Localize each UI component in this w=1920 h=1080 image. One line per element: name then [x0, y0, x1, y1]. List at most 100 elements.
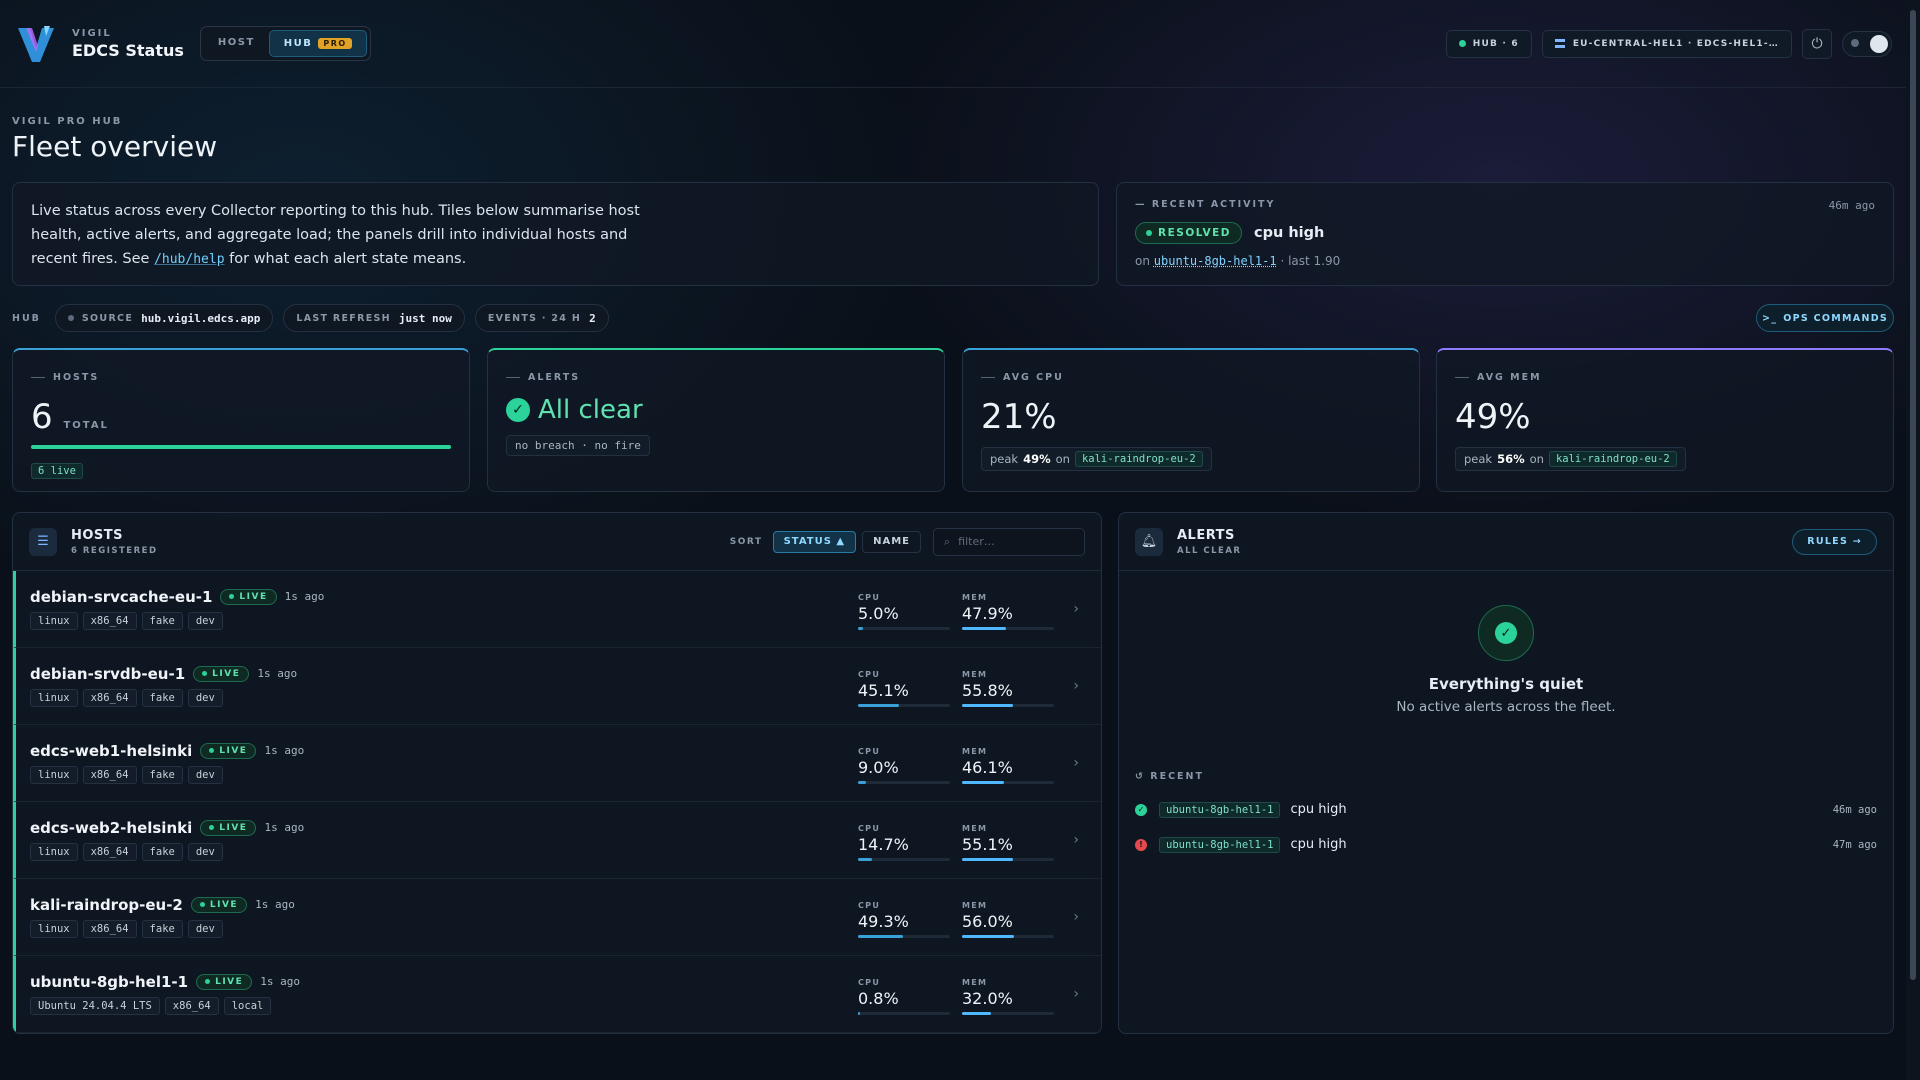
kpi-mem-peak: peak 56% on kali-raindrop-eu-2: [1455, 447, 1686, 471]
page-scrollbar[interactable]: [1906, 0, 1920, 1080]
host-row[interactable]: ubuntu-8gb-hel1-1 LIVE 1s ago Ubuntu 24.04.…: [13, 956, 1101, 1033]
scrollbar-thumb[interactable]: [1910, 10, 1916, 980]
host-name[interactable]: kali-raindrop-eu-2: [30, 896, 183, 914]
check-circle-icon: ✓: [1478, 605, 1534, 661]
kpi-cpu-peak: peak 49% on kali-raindrop-eu-2: [981, 447, 1212, 471]
brand-title: EDCS Status: [72, 40, 184, 60]
alert-host-tag[interactable]: ubuntu-8gb-hel1-1: [1159, 801, 1281, 818]
terminal-icon: >_: [1761, 312, 1778, 324]
host-tag: linux: [30, 611, 78, 630]
source-chip: SOURCE hub.vigil.edcs.app: [54, 304, 274, 332]
host-filter-input[interactable]: ⌕ filter…: [933, 527, 1085, 556]
alerts-panel-subtitle: ALL CLEAR: [1177, 545, 1242, 556]
chevron-right-icon[interactable]: ›: [1073, 832, 1079, 848]
mem-metric: MEM 47.9%: [962, 593, 1054, 630]
sun-icon: [1851, 38, 1859, 47]
sort-name-button[interactable]: NAME: [862, 530, 921, 553]
host-name[interactable]: debian-srvcache-eu-1: [30, 588, 212, 606]
host-tag: x86_64: [82, 765, 137, 784]
events-chip: EVENTS · 24 H2: [474, 304, 609, 332]
host-tag: fake: [141, 688, 183, 707]
status-dot: [1458, 40, 1466, 47]
hub-count-pill[interactable]: HUB · 6: [1445, 29, 1532, 58]
host-row[interactable]: debian-srvdb-eu-1 LIVE 1s ago linux x86_64 fa…: [13, 648, 1101, 725]
host-row[interactable]: edcs-web1-helsinki LIVE 1s ago linux x86_64 f…: [13, 725, 1101, 802]
alert-time: 47m ago: [1832, 838, 1877, 851]
cpu-metric: CPU 49.3%: [858, 901, 950, 938]
host-name[interactable]: edcs-web2-helsinki: [30, 819, 192, 837]
recent-activity-label: — RECENT ACTIVITY: [1135, 199, 1276, 210]
rules-button[interactable]: RULES →: [1792, 528, 1877, 555]
host-tag: linux: [30, 919, 78, 938]
host-name[interactable]: edcs-web1-helsinki: [30, 742, 192, 760]
recent-label: ↺ RECENT: [1135, 771, 1204, 782]
power-button[interactable]: ⏻: [1802, 28, 1832, 59]
chevron-right-icon[interactable]: ›: [1073, 909, 1079, 925]
kpi-cpu-host-tag[interactable]: kali-raindrop-eu-2: [1074, 451, 1203, 467]
host-tag: dev: [187, 919, 223, 938]
mode-hub-tab[interactable]: HUB PRO: [268, 30, 367, 57]
host-tag: x86_64: [82, 842, 137, 861]
host-tag: x86_64: [164, 996, 219, 1015]
host-row[interactable]: kali-raindrop-eu-2 LIVE 1s ago linux x86_64 f…: [13, 879, 1101, 956]
pro-badge: PRO: [318, 38, 352, 49]
ops-commands-button[interactable]: >_ OPS COMMANDS: [1756, 304, 1894, 332]
last-seen: 1s ago: [284, 590, 325, 603]
host-row[interactable]: edcs-web2-helsinki LIVE 1s ago linux x86_64 f…: [13, 802, 1101, 879]
mode-host-tab[interactable]: HOST: [204, 30, 269, 57]
sort-status-button[interactable]: STATUS ▲: [772, 530, 857, 553]
kpi-hosts-value: 6 TOTAL: [31, 397, 109, 437]
chevron-right-icon[interactable]: ›: [1073, 678, 1079, 694]
quiet-subtitle: No active alerts across the fleet.: [1396, 699, 1616, 715]
alerts-panel-title: ALERTS: [1177, 527, 1235, 543]
last-seen: 1s ago: [257, 667, 298, 680]
recent-activity-detail: on ubuntu-8gb-hel1-1 · last 1.90: [1135, 254, 1341, 268]
recent-activity-card[interactable]: — RECENT ACTIVITY 46m ago RESOLVED cpu h…: [1116, 182, 1894, 286]
theme-toggle[interactable]: [1842, 30, 1892, 57]
kpi-cpu-value: 21%: [981, 397, 1057, 437]
recent-alert-item[interactable]: ✓ ubuntu-8gb-hel1-1 cpu high 46m ago: [1135, 792, 1877, 827]
last-seen: 1s ago: [260, 975, 301, 988]
kpi-alerts[interactable]: ALERTS ✓ All clear no breach · no fire: [487, 348, 945, 492]
mode-switch: HOST HUB PRO: [199, 26, 371, 61]
host-name[interactable]: debian-srvdb-eu-1: [30, 665, 185, 683]
chevron-right-icon[interactable]: ›: [1073, 601, 1079, 617]
kpi-mem-label: AVG MEM: [1455, 372, 1875, 383]
mem-metric: MEM 32.0%: [962, 978, 1054, 1015]
host-tag: dev: [187, 842, 223, 861]
help-link[interactable]: /hub/help: [154, 252, 224, 267]
mem-metric: MEM 46.1%: [962, 747, 1054, 784]
check-circle-icon: ✓: [506, 398, 530, 422]
host-list: debian-srvcache-eu-1 LIVE 1s ago linux x86_6…: [13, 571, 1101, 1033]
hosts-panel-subtitle: 6 REGISTERED: [71, 545, 158, 556]
recent-activity-host-link[interactable]: ubuntu-8gb-hel1-1: [1154, 254, 1277, 268]
mem-metric: MEM 56.0%: [962, 901, 1054, 938]
host-tag: fake: [141, 765, 183, 784]
status-strip: HUB SOURCE hub.vigil.edcs.app LAST REFRES…: [12, 304, 609, 332]
kpi-avg-cpu[interactable]: AVG CPU 21% peak 49% on kali-raindrop-eu-2: [962, 348, 1420, 492]
host-row[interactable]: debian-srvcache-eu-1 LIVE 1s ago linux x86_6…: [13, 571, 1101, 648]
recent-alert-item[interactable]: ! ubuntu-8gb-hel1-1 cpu high 47m ago: [1135, 827, 1877, 862]
recent-alerts: ↺ RECENT ✓ ubuntu-8gb-hel1-1 cpu high 46m a…: [1119, 771, 1893, 862]
alert-host-tag[interactable]: ubuntu-8gb-hel1-1: [1159, 836, 1281, 853]
kpi-mem-host-tag[interactable]: kali-raindrop-eu-2: [1548, 451, 1677, 467]
chevron-right-icon[interactable]: ›: [1073, 986, 1079, 1002]
alert-text: cpu high: [1290, 802, 1347, 817]
hosts-live-badge: 6 live: [31, 463, 83, 479]
cpu-metric: CPU 9.0%: [858, 747, 950, 784]
kpi-hosts[interactable]: HOSTS 6 TOTAL 6 live: [12, 348, 470, 492]
refresh-chip: LAST REFRESH just now: [283, 304, 465, 332]
history-icon: ↺: [1135, 771, 1145, 782]
mode-hub-label: HUB: [283, 38, 313, 49]
kpi-cpu-label: AVG CPU: [981, 372, 1401, 383]
kpi-avg-mem[interactable]: AVG MEM 49% peak 56% on kali-raindrop-eu-2: [1436, 348, 1894, 492]
check-circle-icon: ✓: [1135, 803, 1147, 816]
host-name[interactable]: ubuntu-8gb-hel1-1: [30, 973, 188, 991]
host-tag: x86_64: [82, 919, 137, 938]
region-pill[interactable]: EU-CENTRAL-HEL1 · EDCS-HEL1-…: [1541, 29, 1792, 58]
host-tag: Ubuntu 24.04.4 LTS: [30, 996, 160, 1015]
host-tag: dev: [187, 688, 223, 707]
live-badge: LIVE: [220, 588, 277, 605]
cpu-metric: CPU 0.8%: [858, 978, 950, 1015]
chevron-right-icon[interactable]: ›: [1073, 755, 1079, 771]
